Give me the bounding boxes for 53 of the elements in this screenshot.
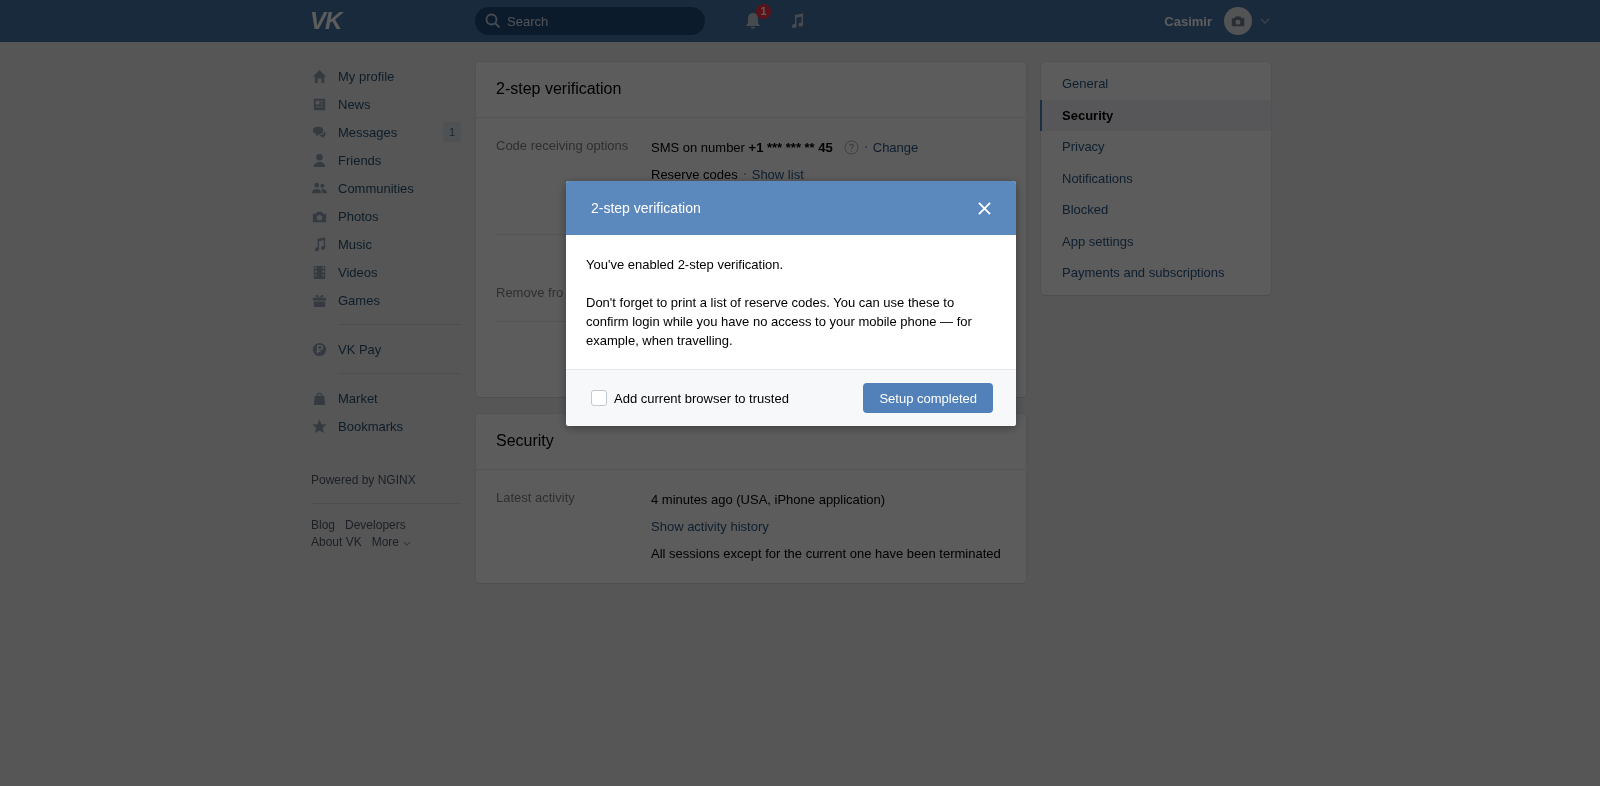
dialog-title: 2-step verification [591, 200, 701, 216]
sidebar-item[interactable]: Photos [311, 202, 461, 230]
person-icon [311, 151, 328, 169]
star-icon [311, 417, 328, 435]
show-list-link[interactable]: Show list [751, 166, 804, 182]
sidebar-item[interactable]: Market [311, 384, 461, 412]
settings-menu-item[interactable]: General [1040, 68, 1271, 100]
home-icon [311, 67, 328, 85]
search-icon [485, 13, 501, 29]
chevron-down-icon[interactable] [1260, 18, 1270, 24]
activity-history-link[interactable]: Show activity history [651, 518, 769, 534]
user-name[interactable]: Casimir [1164, 13, 1212, 29]
change-link[interactable]: Change [872, 139, 919, 155]
sidebar-item[interactable]: Communities [311, 174, 461, 202]
footer-link[interactable]: More [371, 535, 412, 549]
bell-icon[interactable] [743, 11, 763, 31]
settings-menu-item[interactable]: Blocked [1040, 194, 1271, 226]
chevron-down-icon [403, 541, 412, 546]
film-icon [311, 263, 328, 281]
search-field[interactable]: Search [475, 7, 705, 35]
checkbox[interactable] [591, 390, 607, 406]
setup-completed-button[interactable]: Setup completed [863, 383, 993, 413]
dialog-text: You've enabled 2-step verification. [586, 256, 785, 274]
sidebar-item[interactable]: My profile [311, 62, 461, 90]
footer-link[interactable]: About VK [311, 535, 362, 549]
settings-menu-item[interactable]: App settings [1040, 225, 1271, 257]
sidebar-item[interactable]: Videos [311, 258, 461, 286]
activity-text: 4 minutes ago (USA, iPhone application) [651, 491, 886, 507]
sms-number-text: SMS on number +1 *** *** ** 45 [651, 139, 833, 155]
sidebar-item[interactable]: Bookmarks [311, 412, 461, 440]
coin-icon [311, 340, 328, 358]
logo[interactable]: VK [310, 7, 475, 35]
settings-menu-item[interactable]: Notifications [1040, 162, 1271, 194]
sessions-note: All sessions except for the current one have been terminated [651, 545, 1001, 561]
sidebar-item[interactable]: Friends [311, 146, 461, 174]
notification-badge: 1 [756, 4, 771, 19]
card-title: 2-step verification [476, 62, 1026, 118]
footer-link[interactable]: Developers [345, 518, 406, 532]
close-icon[interactable] [978, 201, 991, 215]
sidebar-item[interactable]: Music [311, 230, 461, 258]
footer-link[interactable]: Blog [311, 518, 336, 532]
sidebar-item[interactable]: VK Pay [311, 335, 461, 363]
sidebar-item[interactable]: News [311, 90, 461, 118]
settings-menu-item[interactable]: Payments and subscriptions [1040, 257, 1271, 289]
reserve-codes-text: Reserve codes [651, 166, 738, 182]
avatar-placeholder[interactable] [1224, 7, 1252, 35]
settings-menu-item[interactable]: Security [1040, 99, 1271, 131]
powered-by-text: Powered by NGINX [311, 473, 416, 487]
help-icon[interactable] [843, 139, 859, 155]
dialog-text: Don't forget to print a list of reserve codes. You can use these to confirm login while you have no access to your mobile phone — for example, when travelling. [586, 294, 973, 350]
sidebar-item[interactable]: Games [311, 286, 461, 314]
settings-menu-item[interactable]: Privacy [1040, 131, 1271, 163]
checkbox-label[interactable]: Add current browser to trusted [614, 390, 789, 406]
